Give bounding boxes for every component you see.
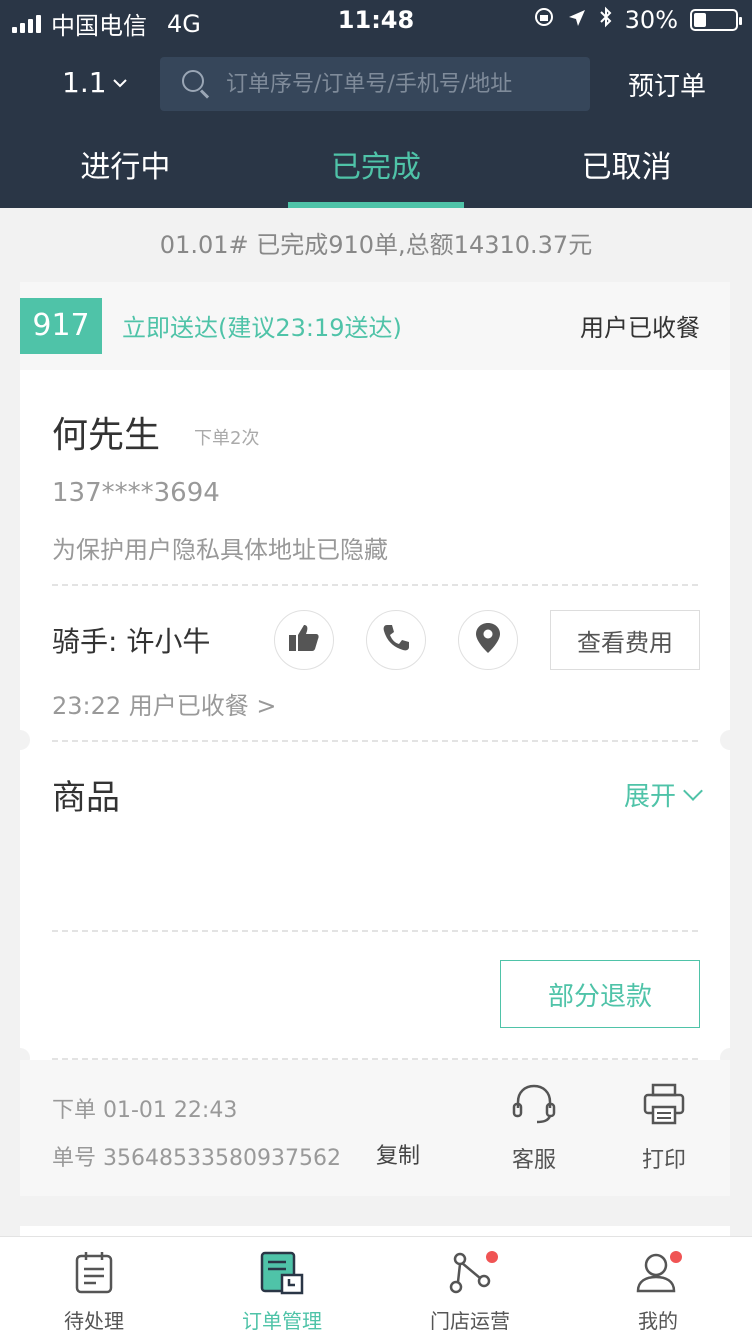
store-selector-label: 1.1 (62, 66, 107, 99)
completed-summary: 01.01# 已完成910单,总额14310.37元 (159, 231, 593, 259)
delivery-type: 立即送达(建议23:19送达) (122, 314, 402, 342)
nav-item-pending[interactable]: 待处理 (0, 1237, 188, 1334)
rider-label: 骑手: 许小牛 (52, 625, 211, 658)
search-bar[interactable] (160, 57, 590, 111)
goods-title: 商品 (52, 778, 120, 818)
notification-dot (670, 1251, 682, 1263)
divider (52, 930, 698, 932)
thumbs-up-button[interactable] (274, 610, 334, 670)
bottom-nav: 待处理 订单管理 门店运营 我的 (0, 1236, 752, 1334)
copy-order-id-button[interactable]: 复制 (376, 1138, 420, 1170)
battery-percent: 30% (624, 6, 678, 34)
tab-in-progress[interactable]: 进行中 (0, 138, 251, 208)
ticket-notch (720, 730, 740, 750)
customer-phone[interactable]: 137****3694 (52, 478, 220, 508)
chevron-down-icon (112, 72, 127, 93)
bluetooth-icon (599, 6, 613, 34)
divider (52, 740, 698, 742)
order-list-icon (260, 1251, 304, 1299)
rider-location-button[interactable] (458, 610, 518, 670)
app-header: 1.1 预订单 进行中 已完成 已取消 (0, 42, 752, 208)
customer-order-count: 下单2次 (194, 428, 260, 449)
ticket-notch (10, 730, 30, 750)
print-label: 打印 (641, 1148, 686, 1173)
tab-cancelled[interactable]: 已取消 (501, 138, 752, 208)
nav-label: 我的 (638, 1309, 678, 1333)
expand-label: 展开 (623, 782, 676, 812)
printer-icon (642, 1083, 686, 1132)
order-tabs: 进行中 已完成 已取消 (0, 138, 752, 208)
customer-service-label: 客服 (511, 1148, 556, 1173)
preorder-button[interactable]: 预订单 (628, 66, 706, 103)
notification-dot (486, 1251, 498, 1263)
store-selector[interactable]: 1.1 (62, 66, 127, 99)
network-nodes-icon (448, 1252, 492, 1299)
order-time: 下单 01-01 22:43 (52, 1098, 238, 1123)
battery-fill (694, 13, 706, 27)
thumbs-up-icon (288, 623, 320, 657)
status-bar: 中国电信 4G 11:48 30% (0, 0, 752, 42)
battery-icon (690, 9, 742, 31)
order-card-header: 917 立即送达(建议23:19送达) 用户已收餐 (20, 282, 730, 370)
nav-item-order-management[interactable]: 订单管理 (188, 1237, 376, 1334)
clipboard-icon (74, 1252, 114, 1299)
call-rider-button[interactable] (366, 610, 426, 670)
location-pin-icon (475, 622, 501, 658)
rider-event-link[interactable]: 23:22 用户已收餐 > (52, 686, 277, 721)
order-status: 用户已收餐 (580, 314, 700, 342)
customer-name: 何先生 (52, 415, 161, 456)
order-card: 何先生 下单2次 137****3694 为保护用户隐私具体地址已隐藏 骑手: … (10, 370, 740, 1068)
view-fee-button[interactable]: 查看费用 (550, 610, 700, 670)
headset-icon (510, 1084, 558, 1132)
search-input[interactable] (226, 71, 586, 97)
partial-refund-button[interactable]: 部分退款 (500, 960, 700, 1028)
expand-goods-button[interactable]: 展开 (623, 776, 703, 813)
nav-label: 待处理 (64, 1309, 124, 1333)
print-button[interactable]: 打印 (624, 1082, 704, 1174)
chevron-down-icon (683, 780, 703, 801)
rotation-lock-icon (533, 6, 555, 34)
nav-item-store-operation[interactable]: 门店运营 (376, 1237, 564, 1334)
nav-label: 门店运营 (430, 1309, 510, 1333)
order-card-footer: 下单 01-01 22:43 单号 3564853358093756​2 复制 … (20, 1060, 730, 1196)
phone-icon (381, 623, 411, 657)
address-privacy-note: 为保护用户隐私具体地址已隐藏 (52, 536, 388, 564)
divider (52, 584, 698, 586)
nav-label: 订单管理 (242, 1309, 322, 1333)
tab-completed[interactable]: 已完成 (251, 138, 502, 208)
location-icon (567, 6, 587, 34)
user-profile-icon (636, 1253, 680, 1299)
search-icon (182, 70, 210, 99)
nav-item-mine[interactable]: 我的 (564, 1237, 752, 1334)
order-id: 单号 3564853358093756​2 (52, 1146, 341, 1171)
order-number-badge: 917 (20, 298, 102, 354)
customer-service-button[interactable]: 客服 (494, 1082, 574, 1174)
